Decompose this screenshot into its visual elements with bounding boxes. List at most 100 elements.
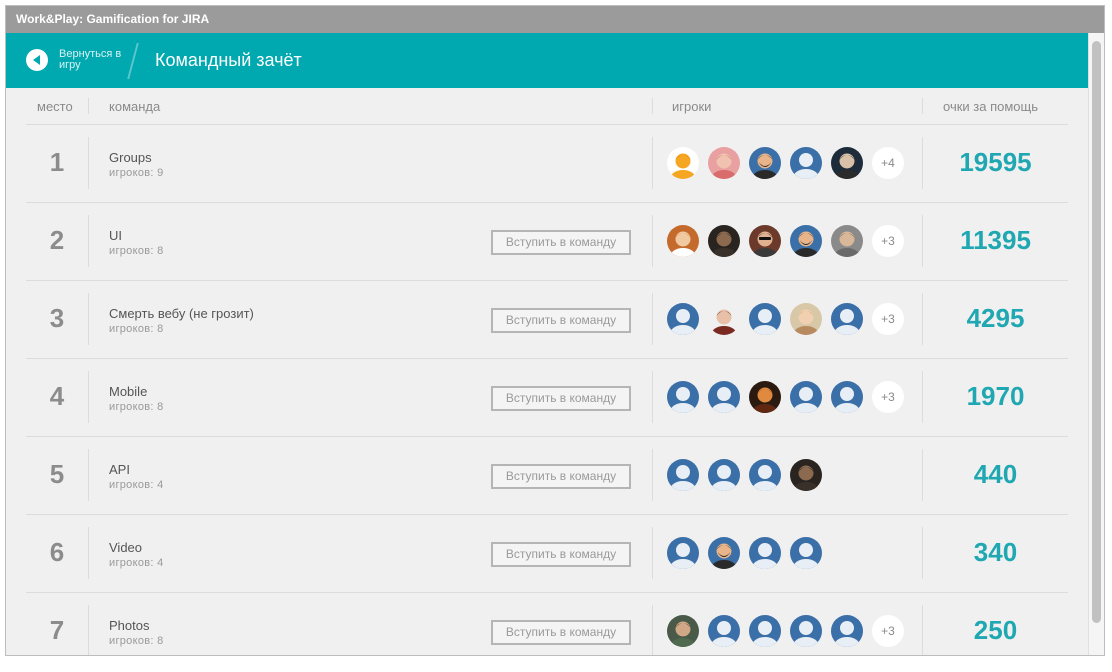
join-team-button[interactable]: Вступить в команду <box>491 230 631 255</box>
avatar[interactable] <box>790 303 822 335</box>
team-rank: 7 <box>49 615 65 645</box>
team-player-count: игроков: 8 <box>109 245 164 257</box>
more-players-badge[interactable]: +4 <box>872 147 904 179</box>
more-players-badge[interactable]: +3 <box>872 381 904 413</box>
table-row: 1 Groups игроков: 9 +4 19595 <box>26 125 1068 203</box>
team-rank: 3 <box>49 303 65 333</box>
team-score: 1970 <box>966 381 1025 411</box>
team-rows: 1 Groups игроков: 9 +4 19595 2 UI игроков: 8 Вст… <box>26 125 1068 655</box>
page-header: Вернуться в игру Командный зачёт <box>6 33 1089 88</box>
avatar[interactable] <box>831 303 863 335</box>
back-arrow-icon[interactable] <box>26 49 48 71</box>
avatar[interactable] <box>708 225 740 257</box>
column-divider <box>88 371 89 423</box>
back-to-game-link[interactable]: Вернуться в игру <box>59 49 129 71</box>
avatar[interactable] <box>790 381 822 413</box>
more-players-badge[interactable]: +3 <box>872 615 904 647</box>
table-row: 7 Photos игроков: 8 Вступить в команду +3 250 <box>26 593 1068 655</box>
team-name[interactable]: UI <box>109 228 122 243</box>
join-team-button[interactable]: Вступить в команду <box>491 308 631 333</box>
column-divider <box>652 98 653 114</box>
team-name[interactable]: Смерть вебу (не грозит) <box>109 306 254 321</box>
column-divider <box>88 137 89 189</box>
table-row: 6 Video игроков: 4 Вступить в команду 340 <box>26 515 1068 593</box>
column-divider <box>652 605 653 655</box>
avatar[interactable] <box>749 459 781 491</box>
avatar[interactable] <box>831 147 863 179</box>
avatar[interactable] <box>749 225 781 257</box>
team-rank: 2 <box>49 225 65 255</box>
table-row: 5 API игроков: 4 Вступить в команду 440 <box>26 437 1068 515</box>
column-divider <box>652 371 653 423</box>
column-rank: место <box>37 99 73 114</box>
avatar[interactable] <box>708 615 740 647</box>
team-name[interactable]: Photos <box>109 618 149 633</box>
more-players-badge[interactable]: +3 <box>872 225 904 257</box>
scrollbar[interactable] <box>1088 33 1104 655</box>
table-row: 2 UI игроков: 8 Вступить в команду +3 11395 <box>26 203 1068 281</box>
column-divider <box>652 527 653 579</box>
join-team-button[interactable]: Вступить в команду <box>491 542 631 567</box>
avatar[interactable] <box>708 147 740 179</box>
avatar[interactable] <box>708 537 740 569</box>
avatar[interactable] <box>667 459 699 491</box>
team-score: 250 <box>973 615 1018 645</box>
avatar[interactable] <box>749 537 781 569</box>
team-score: 19595 <box>959 147 1032 177</box>
team-rank: 1 <box>49 147 65 177</box>
column-divider <box>88 215 89 267</box>
avatar[interactable] <box>790 225 822 257</box>
table-header: место команда игроки очки за помощь <box>26 88 1068 125</box>
avatar[interactable] <box>749 147 781 179</box>
avatar[interactable] <box>708 381 740 413</box>
team-score: 340 <box>973 537 1018 567</box>
avatar[interactable] <box>708 303 740 335</box>
join-team-button[interactable]: Вступить в команду <box>491 386 631 411</box>
avatar[interactable] <box>667 537 699 569</box>
team-score: 4295 <box>966 303 1025 333</box>
team-rank: 4 <box>49 381 65 411</box>
column-divider <box>88 293 89 345</box>
column-divider <box>652 449 653 501</box>
table-row: 3 Смерть вебу (не грозит) игроков: 8 Вступи… <box>26 281 1068 359</box>
team-name[interactable]: Mobile <box>109 384 147 399</box>
team-name[interactable]: Video <box>109 540 142 555</box>
team-player-count: игроков: 8 <box>109 635 164 647</box>
scrollbar-thumb[interactable] <box>1092 41 1101 623</box>
team-name[interactable]: API <box>109 462 130 477</box>
avatar[interactable] <box>749 615 781 647</box>
avatar[interactable] <box>831 225 863 257</box>
avatar[interactable] <box>667 225 699 257</box>
avatar[interactable] <box>667 615 699 647</box>
column-points: очки за помощь <box>943 99 1038 114</box>
avatar[interactable] <box>790 147 822 179</box>
team-player-count: игроков: 4 <box>109 479 164 491</box>
avatar[interactable] <box>667 381 699 413</box>
avatar[interactable] <box>831 381 863 413</box>
avatar[interactable] <box>749 303 781 335</box>
team-score: 440 <box>973 459 1018 489</box>
column-divider <box>88 449 89 501</box>
column-team: команда <box>109 99 161 114</box>
more-players-badge[interactable]: +3 <box>872 303 904 335</box>
avatar[interactable] <box>667 303 699 335</box>
join-team-button[interactable]: Вступить в команду <box>491 464 631 489</box>
avatar[interactable] <box>790 459 822 491</box>
team-player-count: игроков: 8 <box>109 323 164 335</box>
team-name[interactable]: Groups <box>109 150 152 165</box>
avatar[interactable] <box>790 615 822 647</box>
avatar[interactable] <box>831 615 863 647</box>
table-row: 4 Mobile игроков: 8 Вступить в команду +3 197… <box>26 359 1068 437</box>
avatar[interactable] <box>708 459 740 491</box>
avatar[interactable] <box>790 537 822 569</box>
team-rank: 6 <box>49 537 65 567</box>
app-window: Work&Play: Gamification for JIRA Вернуть… <box>5 5 1105 656</box>
team-score: 11395 <box>960 225 1031 255</box>
column-divider <box>652 293 653 345</box>
avatar[interactable] <box>749 381 781 413</box>
column-divider <box>922 98 923 114</box>
join-team-button[interactable]: Вступить в команду <box>491 620 631 645</box>
team-player-count: игроков: 9 <box>109 167 164 179</box>
avatar[interactable] <box>667 147 699 179</box>
window-title: Work&Play: Gamification for JIRA <box>6 6 1104 33</box>
